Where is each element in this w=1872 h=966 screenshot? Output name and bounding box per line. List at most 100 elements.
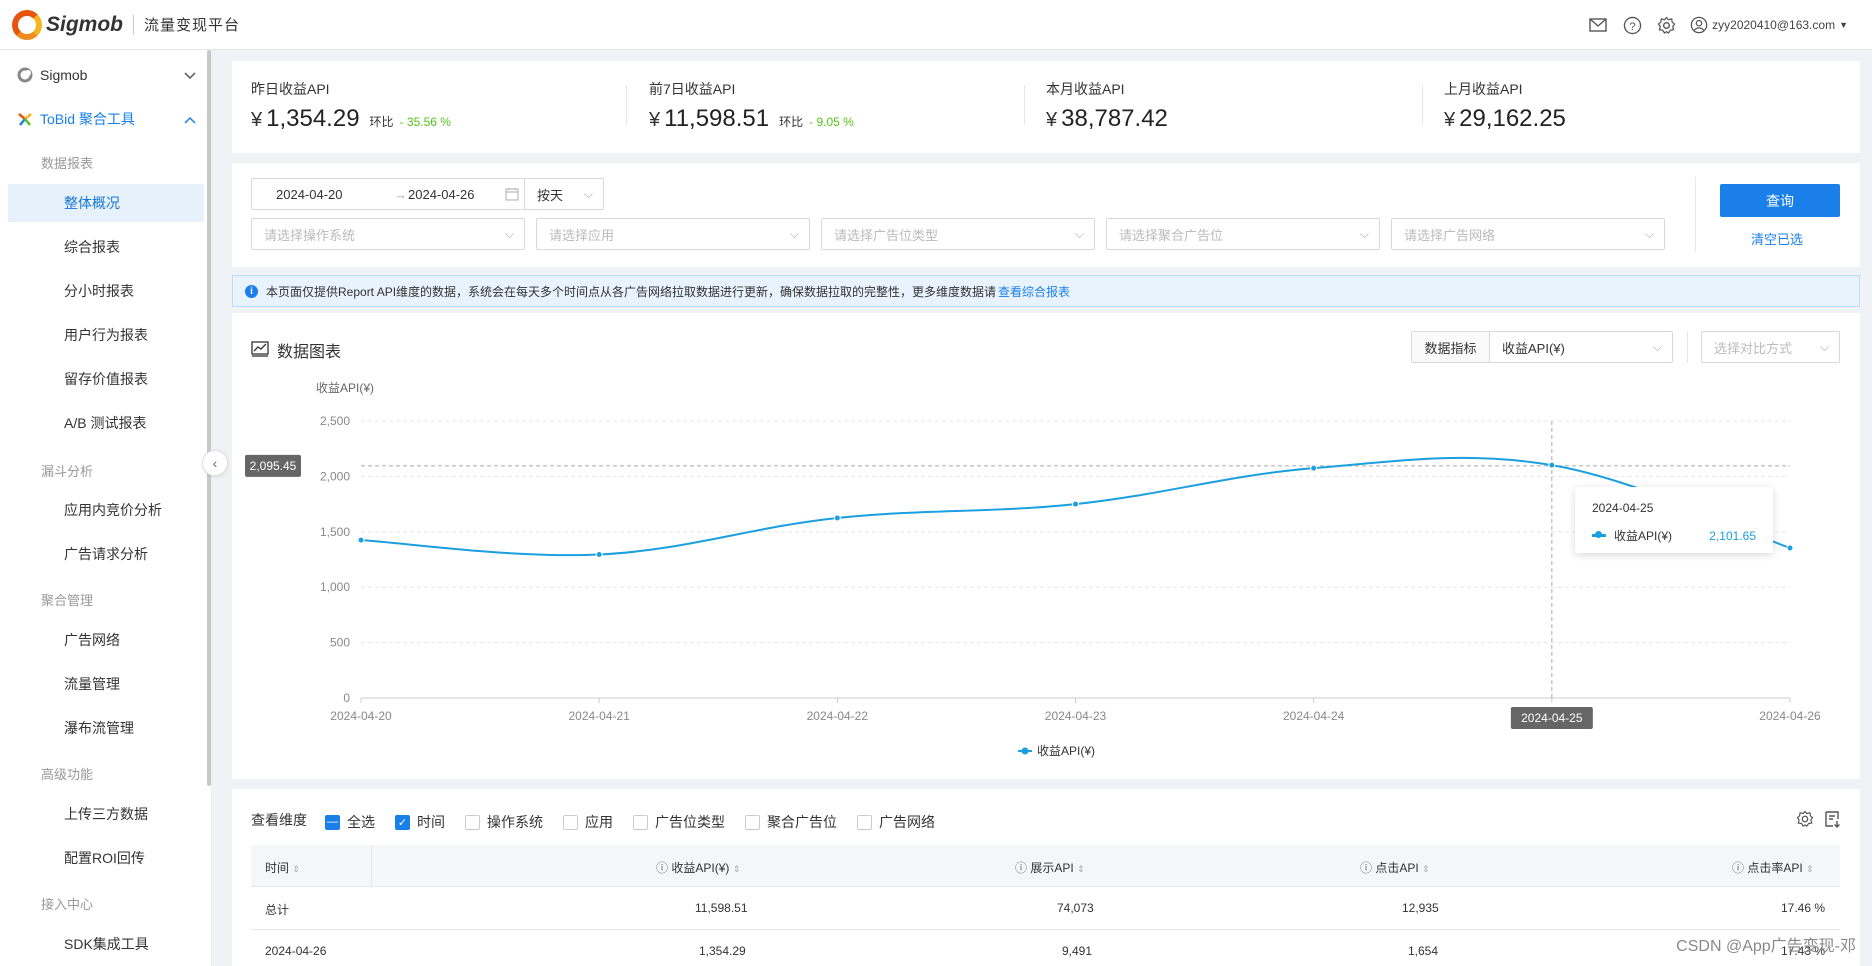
- filter-card: 2024-04-20 → 2024-04-26 按天 ⌵ 请选择操作系统 ⌵ 请…: [232, 163, 1860, 267]
- sidebar-item-hourly-report[interactable]: 分小时报表: [8, 272, 204, 310]
- help-icon[interactable]: ⓘ: [1732, 861, 1744, 875]
- stat-divider: [626, 85, 627, 125]
- sidebar-group-tobid[interactable]: ToBid 聚合工具: [16, 108, 196, 130]
- checkbox-empty-icon: [633, 814, 648, 830]
- data-point: [1072, 500, 1079, 508]
- compare-mode-select[interactable]: 选择对比方式 ⌵: [1701, 331, 1840, 363]
- data-point: [1548, 461, 1556, 469]
- checkbox-time[interactable]: ✓ 时间: [395, 812, 445, 832]
- sidebar-collapse-button[interactable]: ‹: [202, 450, 228, 476]
- chevron-down-icon: [184, 67, 196, 83]
- legend-label: 收益API(¥): [1037, 744, 1095, 758]
- data-point: [833, 514, 841, 522]
- app-select[interactable]: 请选择应用 ⌵: [536, 218, 810, 250]
- chart-title-text: 数据图表: [277, 344, 342, 361]
- date-range-picker[interactable]: 2024-04-20 → 2024-04-26: [251, 178, 530, 210]
- sidebar-group-label: ToBid 聚合工具: [40, 111, 135, 127]
- ad-slot-type-select[interactable]: 请选择广告位类型 ⌵: [821, 218, 1095, 250]
- stat-value: ¥ 29,162.25: [1444, 105, 1566, 133]
- stat-label: 本月收益API: [1046, 81, 1125, 97]
- aggregated-ad-unit-select[interactable]: 请选择聚合广告位 ⌵: [1106, 218, 1380, 250]
- checkbox-app[interactable]: 应用: [563, 812, 613, 832]
- user-email: zyy2020410@163.com: [1712, 18, 1836, 32]
- checkbox-select-all[interactable]: — 全选: [325, 812, 375, 832]
- compare-label: 环比: [369, 115, 394, 129]
- metric-select[interactable]: 数据指标 收益API(¥) ⌵: [1411, 331, 1673, 363]
- ad-network-select[interactable]: 请选择广告网络 ⌵: [1391, 218, 1665, 250]
- column-header-revenue[interactable]: ⓘ 收益API(¥) ⇕: [656, 859, 740, 876]
- sidebar-item-user-behavior-report[interactable]: 用户行为报表: [8, 316, 204, 354]
- sidebar-scrollbar[interactable]: [207, 50, 211, 786]
- checkbox-ad-slot-type[interactable]: 广告位类型: [633, 812, 725, 832]
- line-chart-icon: [251, 340, 269, 360]
- y-tick-label: 500: [330, 636, 350, 650]
- export-icon[interactable]: [1824, 810, 1842, 831]
- query-button[interactable]: 查询: [1720, 184, 1840, 217]
- sort-icon[interactable]: ⇕: [1422, 864, 1430, 874]
- sidebar-item-overview[interactable]: 整体概况: [8, 184, 204, 222]
- sidebar-section-advanced: 高级功能: [41, 767, 94, 782]
- svg-text:?: ?: [1629, 20, 1635, 32]
- chart-header-divider: [1687, 331, 1688, 363]
- cell-impressions: 74,073: [1057, 901, 1094, 915]
- sort-icon[interactable]: ⇕: [292, 864, 300, 874]
- checkbox-empty-icon: [857, 814, 872, 830]
- checkbox-empty-icon: [745, 814, 760, 830]
- sidebar-group-sigmob[interactable]: Sigmob: [16, 64, 196, 86]
- currency-symbol: ¥: [1046, 109, 1058, 131]
- help-icon[interactable]: ⓘ: [1360, 861, 1372, 875]
- sidebar-item-traffic-management[interactable]: 流量管理: [8, 665, 204, 703]
- sidebar-item-upload-third-party-data[interactable]: 上传三方数据: [8, 795, 204, 833]
- brand-name: Sigmob: [46, 12, 123, 36]
- chevron-down-icon: ⌵: [1652, 339, 1662, 354]
- sort-icon[interactable]: ⇕: [1806, 864, 1814, 874]
- stat-number: 1,354.29: [266, 105, 360, 132]
- table-settings-gear-icon[interactable]: [1796, 810, 1814, 831]
- column-header-clicks[interactable]: ⓘ 点击API ⇕: [1360, 859, 1430, 876]
- mail-icon[interactable]: [1588, 15, 1608, 35]
- checkbox-os[interactable]: 操作系统: [465, 812, 543, 832]
- date-end[interactable]: 2024-04-26: [408, 187, 475, 202]
- os-select[interactable]: 请选择操作系统 ⌵: [251, 218, 525, 250]
- clear-selection-link[interactable]: 清空已选: [1751, 229, 1803, 248]
- sidebar-item-retention-value-report[interactable]: 留存价值报表: [8, 360, 204, 398]
- column-header-ctr[interactable]: ⓘ 点击率API ⇕: [1732, 859, 1814, 876]
- view-comprehensive-report-link[interactable]: 查看综合报表: [998, 283, 1070, 300]
- sidebar-item-ad-network[interactable]: 广告网络: [8, 621, 204, 659]
- calendar-icon[interactable]: [505, 187, 519, 204]
- column-header-time[interactable]: 时间 ⇕: [265, 859, 300, 876]
- help-icon[interactable]: ⓘ: [1015, 861, 1027, 875]
- x-tick-label: 2024-04-23: [1045, 709, 1107, 723]
- checkbox-ad-network[interactable]: 广告网络: [857, 812, 935, 832]
- sidebar-item-waterfall-management[interactable]: 瀑布流管理: [8, 709, 204, 747]
- checkbox-indeterminate-icon: —: [325, 814, 340, 830]
- sort-icon[interactable]: ⇕: [1077, 864, 1085, 874]
- sort-icon[interactable]: ⇕: [733, 864, 741, 874]
- column-header-impressions[interactable]: ⓘ 展示API ⇕: [1015, 859, 1085, 876]
- y-tick-label: 2,000: [320, 469, 350, 483]
- help-icon[interactable]: ⓘ: [656, 861, 668, 875]
- cell-impressions: 9,491: [1062, 944, 1093, 958]
- sidebar: Sigmob ToBid 聚合工具 数据报表 整体概况 综合报表 分小时报表 用…: [0, 50, 212, 966]
- chevron-down-icon: ⌵: [583, 186, 593, 201]
- x-tick-label: 2024-04-22: [807, 709, 869, 723]
- checkbox-aggregated-ad-unit[interactable]: 聚合广告位: [745, 812, 837, 832]
- sidebar-item-roi-callback[interactable]: 配置ROI回传: [8, 839, 204, 877]
- sidebar-item-in-app-bidding-analysis[interactable]: 应用内竞价分析: [8, 491, 204, 529]
- sidebar-item-sdk-integration-tool[interactable]: SDK集成工具: [8, 925, 204, 963]
- checkbox-checked-icon: ✓: [395, 814, 410, 830]
- sidebar-group-label: Sigmob: [40, 67, 88, 83]
- sidebar-item-comprehensive-report[interactable]: 综合报表: [8, 228, 204, 266]
- help-icon[interactable]: ?: [1622, 15, 1642, 35]
- settings-gear-icon[interactable]: [1656, 15, 1676, 35]
- stat-number: 38,787.42: [1061, 105, 1168, 132]
- x-tick-label: 2024-04-20: [330, 709, 392, 723]
- sidebar-item-ab-test-report[interactable]: A/B 测试报表: [8, 404, 204, 442]
- user-menu[interactable]: zyy2020410@163.com ▼: [1690, 16, 1848, 34]
- logo[interactable]: Sigmob 流量变现平台: [12, 9, 240, 40]
- granularity-select[interactable]: 按天 ⌵: [524, 178, 604, 210]
- date-start[interactable]: 2024-04-20: [276, 187, 343, 202]
- sidebar-item-ad-request-analysis[interactable]: 广告请求分析: [8, 535, 204, 573]
- data-point: [357, 536, 365, 544]
- checkbox-label: 全选: [347, 814, 375, 830]
